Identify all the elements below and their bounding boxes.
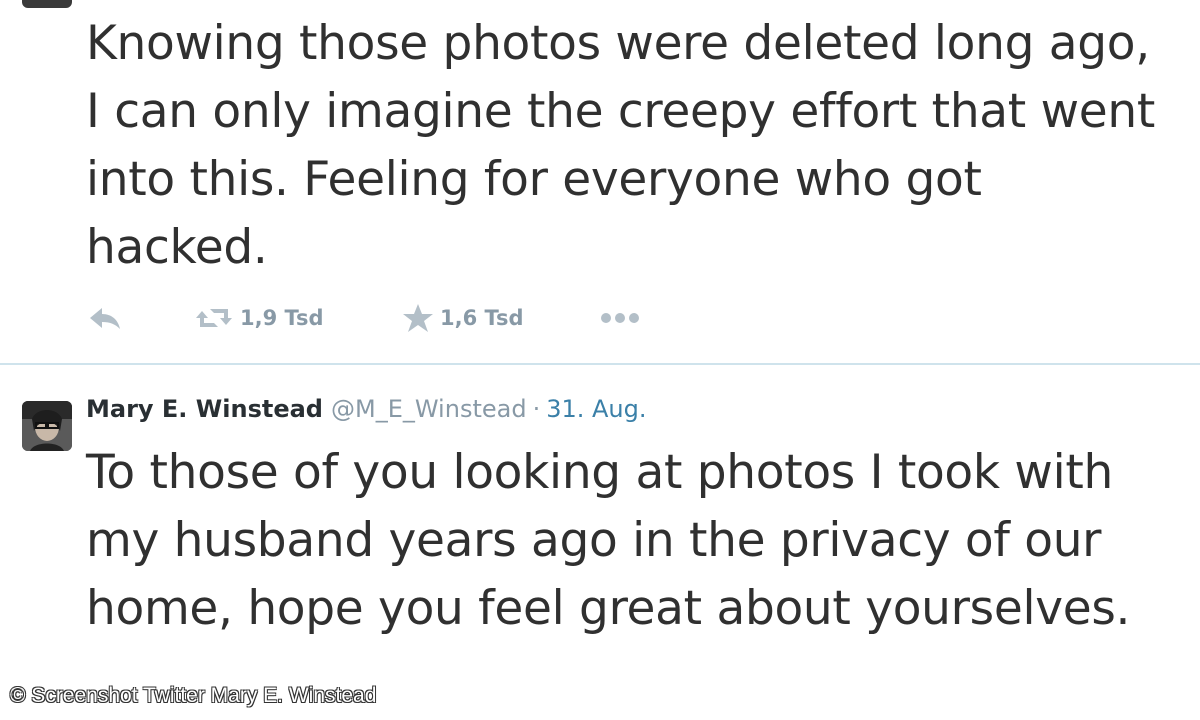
retweet-button[interactable]: 1,9 Tsd: [194, 298, 324, 338]
avatar[interactable]: [22, 0, 72, 8]
more-dots-icon: [598, 311, 642, 325]
tweet-header: Mary E. Winstead @M_E_Winstead · 31. Aug.: [86, 395, 647, 423]
favorite-button[interactable]: 1,6 Tsd: [402, 298, 524, 338]
author-handle[interactable]: @M_E_Winstead: [331, 395, 527, 423]
tweet-1: Knowing those photos were deleted long a…: [0, 0, 1200, 364]
tweet-text: To those of you looking at photos I took…: [86, 445, 1131, 636]
more-button[interactable]: [598, 298, 642, 338]
author-name[interactable]: Mary E. Winstead: [86, 395, 323, 423]
screenshot-caption: © Screenshot Twitter Mary E. Winstead: [10, 684, 377, 707]
tweet-actions: 1,9 Tsd 1,6 Tsd: [86, 298, 786, 338]
retweet-icon: [194, 305, 234, 331]
header-separator: ·: [532, 395, 541, 423]
tweet-text: Knowing those photos were deleted long a…: [86, 16, 1155, 275]
tweet-date[interactable]: 31. Aug.: [546, 395, 646, 423]
tweet-2: Mary E. Winstead @M_E_Winstead · 31. Aug. T…: [0, 365, 1200, 720]
star-icon: [402, 303, 434, 333]
reply-button[interactable]: [86, 298, 124, 338]
avatar[interactable]: [22, 401, 72, 451]
reply-arrow-icon: [86, 305, 124, 331]
retweet-count: 1,9 Tsd: [240, 306, 324, 330]
favorite-count: 1,6 Tsd: [440, 306, 524, 330]
